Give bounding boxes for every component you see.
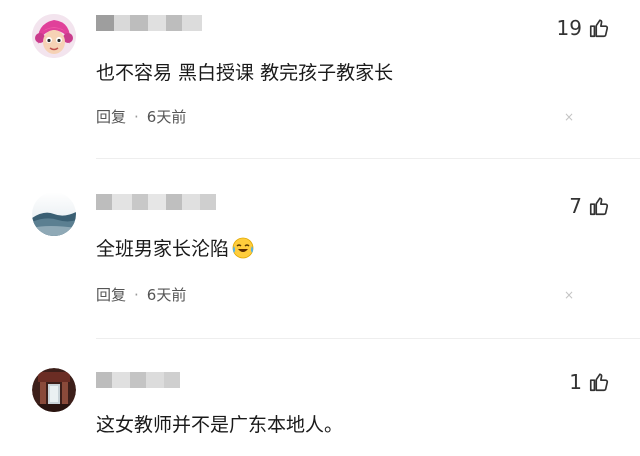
like-count: 1 — [569, 370, 582, 394]
avatar[interactable] — [32, 14, 76, 58]
avatar-building-icon — [32, 368, 76, 412]
like-button[interactable]: 7 — [569, 194, 610, 218]
close-icon[interactable]: × — [564, 288, 574, 302]
avatar[interactable] — [32, 368, 76, 412]
comment-time: 6天前 — [146, 286, 187, 304]
laugh-cry-emoji-icon — [232, 237, 254, 258]
comment-time: 6天前 — [146, 108, 187, 126]
thumbs-up-icon — [589, 19, 609, 38]
divider — [96, 158, 640, 159]
like-count: 7 — [569, 194, 582, 218]
close-icon[interactable]: × — [564, 110, 574, 124]
comment-item: 1 这女教师并不是广东本地人。 — [0, 356, 640, 456]
like-count: 19 — [556, 16, 582, 40]
avatar[interactable] — [32, 192, 76, 236]
reply-button[interactable]: 回复 — [96, 106, 126, 127]
comment-text-content: 全班男家长沦陷 — [96, 238, 230, 260]
comment-text: 这女教师并不是广东本地人。 — [96, 414, 344, 436]
comment-item: 19 也不容易 黑白授课 教完孩子教家长 回复 · 6天前 × — [0, 0, 640, 140]
comment-meta: 回复 · 6天前 — [96, 106, 186, 127]
username-blurred[interactable] — [96, 194, 216, 210]
meta-separator: · — [134, 285, 139, 304]
username-blurred[interactable] — [96, 15, 202, 31]
thumbs-up-icon — [589, 197, 609, 216]
avatar-landscape-icon — [32, 192, 76, 236]
reply-button[interactable]: 回复 — [96, 284, 126, 305]
username-blurred[interactable] — [96, 372, 180, 388]
comment-meta: 回复 · 6天前 — [96, 284, 186, 305]
comment-text: 也不容易 黑白授课 教完孩子教家长 — [96, 62, 394, 84]
comment-text: 全班男家长沦陷 — [96, 234, 255, 261]
like-button[interactable]: 19 — [557, 16, 610, 40]
avatar-cartoon-girl-icon — [32, 14, 76, 58]
like-button[interactable]: 1 — [569, 370, 610, 394]
meta-separator: · — [134, 107, 139, 126]
divider — [96, 338, 640, 339]
thumbs-up-icon — [589, 373, 609, 392]
comment-item: 7 全班男家长沦陷 回复 · 6天前 × — [0, 176, 640, 316]
